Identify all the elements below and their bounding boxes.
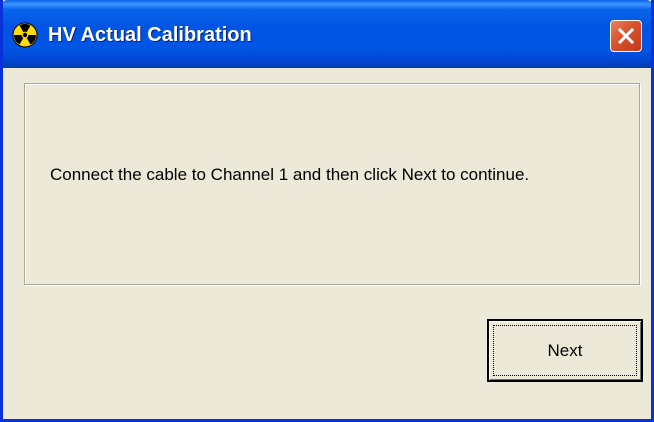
radiation-icon (12, 22, 38, 48)
next-button-label: Next (547, 341, 583, 360)
close-button[interactable] (610, 20, 642, 52)
title-bar[interactable]: HV Actual Calibration (3, 0, 651, 68)
message-panel: Connect the cable to Channel 1 and then … (24, 83, 640, 285)
dialog-window: HV Actual Calibration Connect the cable … (0, 0, 654, 422)
next-button[interactable]: Next (487, 319, 643, 382)
close-icon (617, 27, 635, 45)
instruction-text: Connect the cable to Channel 1 and then … (50, 165, 530, 184)
window-title: HV Actual Calibration (48, 24, 252, 46)
